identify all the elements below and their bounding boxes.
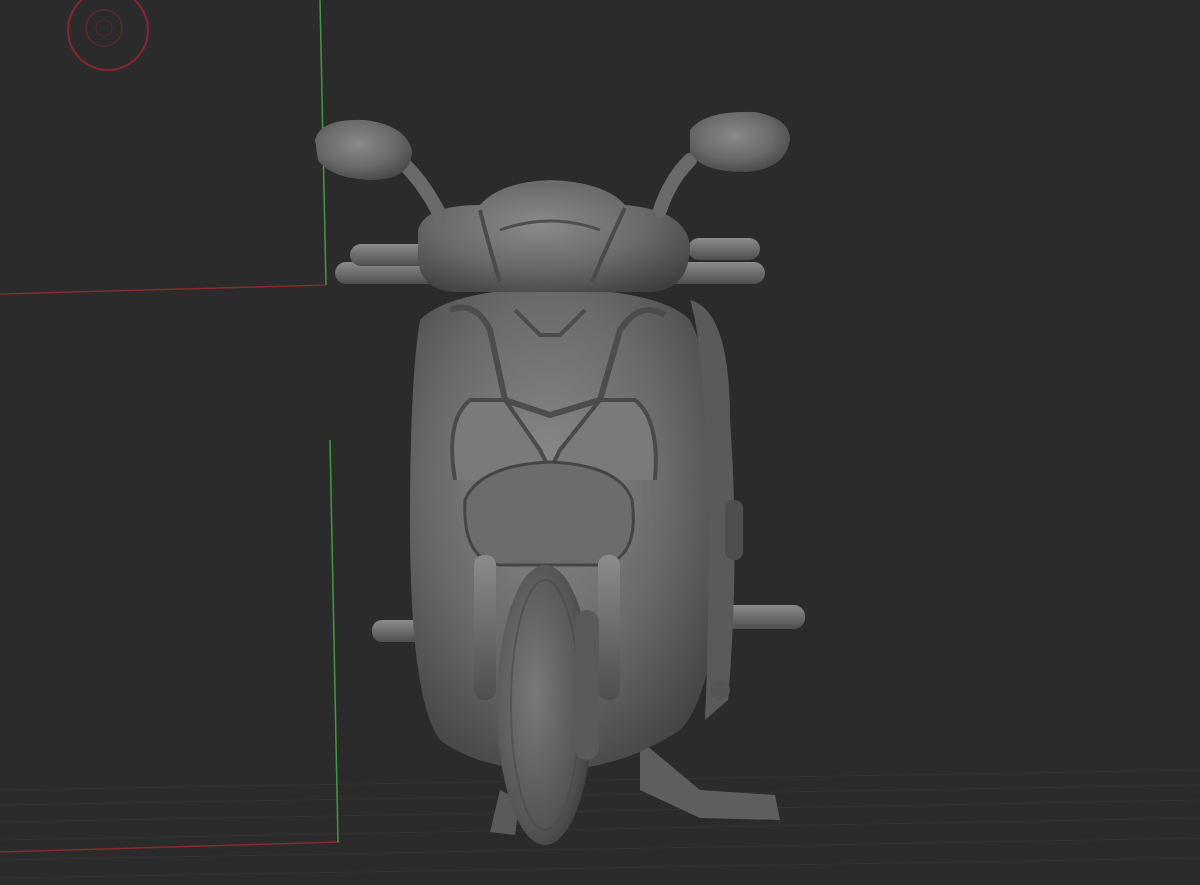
brake-disc xyxy=(575,610,599,760)
x-axis-line xyxy=(0,284,327,295)
scooter-3d-model[interactable] xyxy=(315,111,805,845)
3d-viewport[interactable] xyxy=(0,0,1200,885)
right-mirror xyxy=(690,111,790,172)
left-mirror xyxy=(315,119,412,180)
x-axis-line-lower xyxy=(0,841,341,853)
fork-left xyxy=(474,555,496,700)
viewport-canvas[interactable] xyxy=(0,0,1200,885)
front-fender xyxy=(463,460,635,567)
rear-detail xyxy=(710,680,730,700)
kickstand xyxy=(640,740,780,820)
right-grip xyxy=(688,238,760,260)
headlight-cowl xyxy=(418,180,690,292)
floor-grid xyxy=(0,769,1200,879)
rotation-gizmo-icon[interactable] xyxy=(67,0,149,71)
fork-right xyxy=(598,555,620,700)
side-vent xyxy=(725,500,743,560)
left-mirror-stem xyxy=(398,158,447,222)
right-mirror-stem xyxy=(653,153,697,217)
y-axis-line-lower xyxy=(329,439,339,843)
